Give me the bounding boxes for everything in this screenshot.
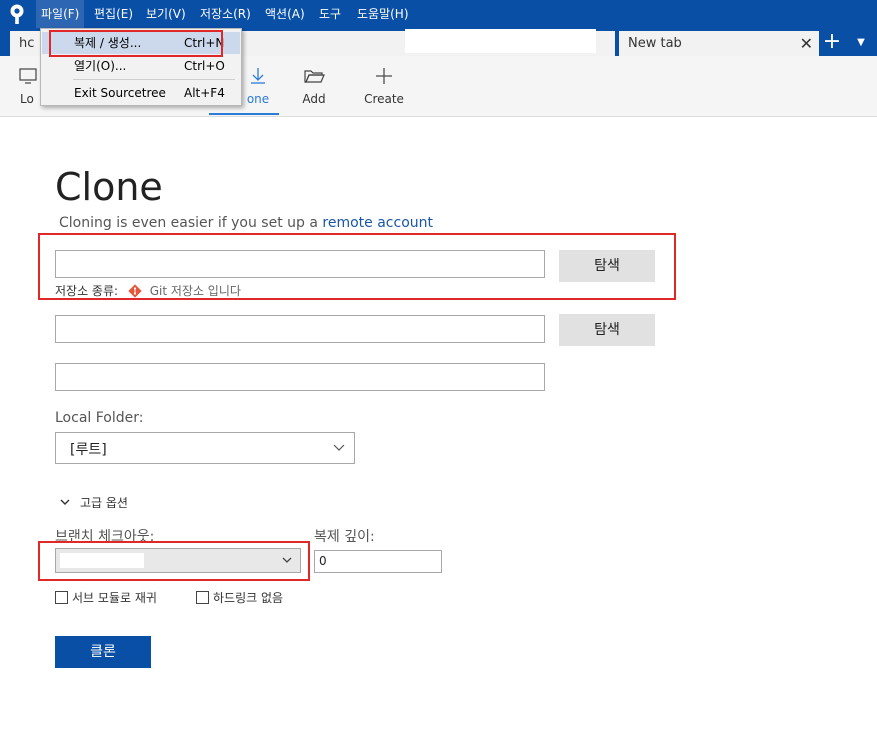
menu-bar: 파일(F) 편집(E) 보기(V) 저장소(R) 액션(A) 도구 도움말(H): [0, 0, 877, 28]
advanced-options-label: 고급 옵션: [80, 496, 128, 510]
advanced-options-toggle[interactable]: 고급 옵션: [60, 494, 128, 511]
tab-repository-label: hc: [19, 36, 35, 51]
menu-item-shortcut: Alt+F4: [184, 86, 225, 100]
remote-account-link[interactable]: remote account: [322, 215, 433, 231]
plus-icon: [376, 68, 392, 84]
menu-item-open[interactable]: 열기(O)... Ctrl+O: [42, 55, 240, 77]
menu-item-shortcut: Ctrl+N: [184, 36, 225, 50]
recurse-submodules-checkbox[interactable]: 서브 모듈로 재귀: [55, 589, 157, 606]
monitor-icon: [19, 68, 37, 84]
toolbar-active-indicator: [209, 113, 279, 115]
repo-type-label: 저장소 종류:: [55, 284, 119, 298]
page-subtitle: Cloning is even easier if you set up a r…: [59, 215, 433, 231]
menu-item-label: 열기(O)...: [74, 59, 127, 73]
toolbar-add-button[interactable]: Add: [292, 56, 336, 116]
menu-item-shortcut: Ctrl+O: [184, 59, 225, 73]
menu-separator: [73, 79, 235, 80]
menu-repository[interactable]: 저장소(R): [195, 0, 256, 28]
branch-value-redacted: [60, 553, 144, 568]
checkbox-square[interactable]: [55, 591, 68, 604]
no-hardlinks-checkbox[interactable]: 하드링크 없음: [196, 589, 283, 606]
file-menu-dropdown: 복제 / 생성... Ctrl+N 열기(O)... Ctrl+O Exit S…: [40, 28, 242, 106]
tab-close-icon[interactable]: ✕: [800, 31, 813, 56]
page-title: Clone: [55, 165, 163, 209]
destination-path-input[interactable]: [55, 315, 545, 343]
download-icon: [251, 68, 265, 84]
browse-destination-button[interactable]: 탐색: [559, 314, 655, 346]
menu-edit[interactable]: 편집(E): [89, 0, 138, 28]
local-folder-value: [루트]: [70, 442, 107, 458]
git-icon: [128, 284, 142, 298]
chevron-down-icon: [60, 499, 70, 505]
tab-new-tab[interactable]: New tab ✕: [619, 31, 819, 56]
folder-open-icon: [304, 70, 325, 83]
browse-source-button[interactable]: 탐색: [559, 250, 655, 282]
menu-item-exit[interactable]: Exit Sourcetree Alt+F4: [42, 82, 240, 104]
menu-tools[interactable]: 도구: [314, 0, 346, 28]
tab-overflow-chevron-icon[interactable]: ▼: [852, 32, 870, 54]
clone-depth-label: 복제 깊이:: [314, 529, 375, 545]
no-hardlinks-label: 하드링크 없음: [213, 591, 284, 605]
new-tab-plus-icon[interactable]: +: [822, 31, 842, 55]
menu-item-label: 복제 / 생성...: [74, 36, 142, 50]
menu-item-label: Exit Sourcetree: [74, 86, 166, 100]
checkbox-square[interactable]: [196, 591, 209, 604]
branch-checkout-label: 브랜치 체크아웃:: [55, 529, 155, 545]
clone-depth-input[interactable]: 0: [314, 550, 442, 573]
repository-name-input[interactable]: [55, 363, 545, 391]
tab-title-redacted: [405, 29, 596, 53]
branch-checkout-select[interactable]: [55, 548, 301, 573]
toolbar-create-button[interactable]: Create: [360, 56, 408, 116]
repository-type: 저장소 종류: Git 저장소 입니다: [55, 282, 241, 299]
tab-new-tab-label: New tab: [628, 36, 682, 51]
chevron-down-icon: [333, 444, 345, 451]
menu-actions[interactable]: 액션(A): [260, 0, 310, 28]
toolbar-create-label: Create: [364, 92, 404, 106]
clone-button[interactable]: 클론: [55, 636, 151, 668]
source-url-input[interactable]: [55, 250, 545, 278]
toolbar-add-label: Add: [302, 92, 326, 106]
menu-help[interactable]: 도움말(H): [352, 0, 414, 28]
repo-type-value: Git 저장소 입니다: [149, 284, 241, 298]
menu-view[interactable]: 보기(V): [141, 0, 191, 28]
menu-item-clone-create[interactable]: 복제 / 생성... Ctrl+N: [42, 32, 240, 54]
menu-file[interactable]: 파일(F): [36, 0, 85, 28]
local-folder-label: Local Folder:: [55, 410, 144, 426]
local-folder-select[interactable]: [루트]: [55, 432, 355, 464]
sourcetree-logo-icon: [10, 4, 24, 24]
recurse-submodules-label: 서브 모듈로 재귀: [72, 591, 157, 605]
subtitle-text: Cloning is even easier if you set up a: [59, 215, 323, 231]
chevron-down-icon: [282, 557, 292, 563]
